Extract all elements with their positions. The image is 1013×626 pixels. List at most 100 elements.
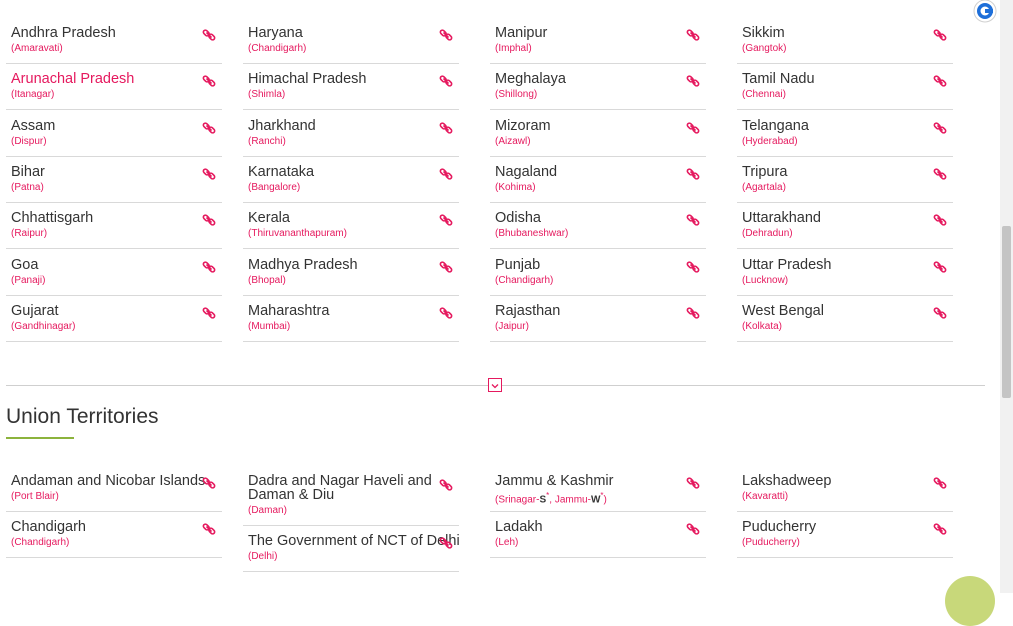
link-icon[interactable] (686, 476, 700, 490)
item-name[interactable]: Madhya Pradesh (248, 257, 358, 273)
link-icon[interactable] (439, 306, 453, 320)
link-icon[interactable] (933, 476, 947, 490)
item-name[interactable]: Himachal Pradesh (248, 71, 366, 87)
link-icon[interactable] (439, 478, 453, 492)
link-icon[interactable] (686, 306, 700, 320)
link-icon[interactable] (202, 74, 216, 88)
item-name[interactable]: Punjab (495, 257, 540, 273)
link-icon[interactable] (439, 74, 453, 88)
item-name[interactable]: Sikkim (742, 25, 785, 41)
territory-item[interactable]: Bihar (Patna) (6, 157, 222, 203)
territory-item[interactable]: Arunachal Pradesh (Itanagar) (6, 64, 222, 111)
territory-item[interactable]: Assam (Dispur) (6, 111, 222, 157)
item-name[interactable]: Tripura (742, 164, 787, 180)
territory-item[interactable]: Tripura (Agartala) (737, 157, 953, 203)
link-icon[interactable] (933, 28, 947, 42)
link-icon[interactable] (686, 121, 700, 135)
link-icon[interactable] (202, 476, 216, 490)
link-icon[interactable] (439, 213, 453, 227)
link-icon[interactable] (686, 522, 700, 536)
territory-item[interactable]: Rajasthan (Jaipur) (490, 296, 706, 342)
territory-item[interactable]: Manipur (Imphal) (490, 18, 706, 64)
link-icon[interactable] (202, 121, 216, 135)
link-icon[interactable] (686, 213, 700, 227)
territory-item[interactable]: Jammu & Kashmir (Srinagar-S*, Jammu-W*) (490, 466, 706, 512)
link-icon[interactable] (439, 28, 453, 42)
territory-item[interactable]: Dadra and Nagar Haveli and Daman & Diu (Da… (243, 466, 459, 526)
link-icon[interactable] (933, 213, 947, 227)
territory-item[interactable]: Telangana (Hyderabad) (737, 111, 953, 157)
link-icon[interactable] (933, 74, 947, 88)
territory-item[interactable]: Andhra Pradesh (Amaravati) (6, 18, 222, 64)
link-icon[interactable] (202, 260, 216, 274)
item-name[interactable]: Chhattisgarh (11, 210, 93, 226)
item-name[interactable]: Assam (11, 118, 55, 134)
item-name[interactable]: Gujarat (11, 303, 59, 319)
territory-item[interactable]: Meghalaya (Shillong) (490, 64, 706, 111)
link-icon[interactable] (933, 121, 947, 135)
browser-extension-icon[interactable] (971, 0, 999, 26)
territory-item[interactable]: Nagaland (Kohima) (490, 157, 706, 203)
expand-button[interactable] (488, 378, 502, 392)
territory-item[interactable]: Maharashtra (Mumbai) (243, 296, 459, 342)
territory-item[interactable]: Chhattisgarh (Raipur) (6, 203, 222, 250)
item-name[interactable]: Tamil Nadu (742, 71, 815, 87)
link-icon[interactable] (439, 536, 453, 550)
link-icon[interactable] (686, 167, 700, 181)
link-icon[interactable] (202, 522, 216, 536)
link-icon[interactable] (933, 260, 947, 274)
territory-item[interactable]: Goa (Panaji) (6, 250, 222, 296)
territory-item[interactable]: Chandigarh (Chandigarh) (6, 512, 222, 558)
link-icon[interactable] (933, 522, 947, 536)
item-name[interactable]: Odisha (495, 210, 541, 226)
territory-item[interactable]: The Government of NCT of Delhi (Delhi) (243, 526, 460, 572)
vertical-scrollbar[interactable] (1000, 0, 1013, 593)
territory-item[interactable]: Odisha (Bhubaneshwar) (490, 203, 706, 250)
item-name[interactable]: Ladakh (495, 519, 543, 535)
territory-item[interactable]: West Bengal (Kolkata) (737, 296, 953, 342)
territory-item[interactable]: Andaman and Nicobar Islands (Port Blair) (6, 466, 222, 512)
link-icon[interactable] (686, 74, 700, 88)
territory-item[interactable]: Himachal Pradesh (Shimla) (243, 64, 459, 111)
item-name[interactable]: Chandigarh (11, 519, 86, 535)
territory-item[interactable]: Uttarakhand (Dehradun) (737, 203, 953, 250)
territory-item[interactable]: Karnataka (Bangalore) (243, 157, 459, 203)
territory-item[interactable]: Tamil Nadu (Chennai) (737, 64, 953, 111)
item-name[interactable]: Haryana (248, 25, 303, 41)
item-name[interactable]: Uttarakhand (742, 210, 821, 226)
floating-action-button[interactable] (945, 576, 995, 626)
item-name[interactable]: Arunachal Pradesh (11, 71, 134, 87)
item-name[interactable]: Andaman and Nicobar Islands (11, 473, 205, 489)
territory-item[interactable]: Madhya Pradesh (Bhopal) (243, 250, 459, 296)
link-icon[interactable] (202, 167, 216, 181)
link-icon[interactable] (933, 167, 947, 181)
scrollbar-thumb[interactable] (1002, 226, 1011, 398)
territory-item[interactable]: Ladakh (Leh) (490, 512, 706, 558)
item-name[interactable]: Manipur (495, 25, 547, 41)
territory-item[interactable]: Puducherry (Puducherry) (737, 512, 953, 558)
item-name[interactable]: Jammu & Kashmir (495, 473, 613, 489)
item-name[interactable]: Andhra Pradesh (11, 25, 116, 41)
item-name[interactable]: Mizoram (495, 118, 551, 134)
territory-item[interactable]: Uttar Pradesh (Lucknow) (737, 250, 953, 296)
item-name[interactable]: Jharkhand (248, 118, 316, 134)
item-name[interactable]: The Government of NCT of Delhi (248, 533, 460, 549)
link-icon[interactable] (439, 167, 453, 181)
territory-item[interactable]: Haryana (Chandigarh) (243, 18, 459, 64)
item-name-line2[interactable]: Daman & Diu (248, 487, 334, 503)
territory-item[interactable]: Punjab (Chandigarh) (490, 250, 706, 296)
item-name[interactable]: Lakshadweep (742, 473, 832, 489)
territory-item[interactable]: Lakshadweep (Kavaratti) (737, 466, 953, 512)
link-icon[interactable] (933, 306, 947, 320)
item-name[interactable]: Bihar (11, 164, 45, 180)
link-icon[interactable] (686, 260, 700, 274)
territory-item[interactable]: Sikkim (Gangtok) (737, 18, 953, 64)
item-name[interactable]: Puducherry (742, 519, 816, 535)
link-icon[interactable] (439, 260, 453, 274)
item-name[interactable]: Meghalaya (495, 71, 566, 87)
link-icon[interactable] (686, 28, 700, 42)
territory-item[interactable]: Mizoram (Aizawl) (490, 111, 706, 157)
link-icon[interactable] (202, 306, 216, 320)
link-icon[interactable] (202, 213, 216, 227)
territory-item[interactable]: Kerala (Thiruvananthapuram) (243, 203, 459, 250)
